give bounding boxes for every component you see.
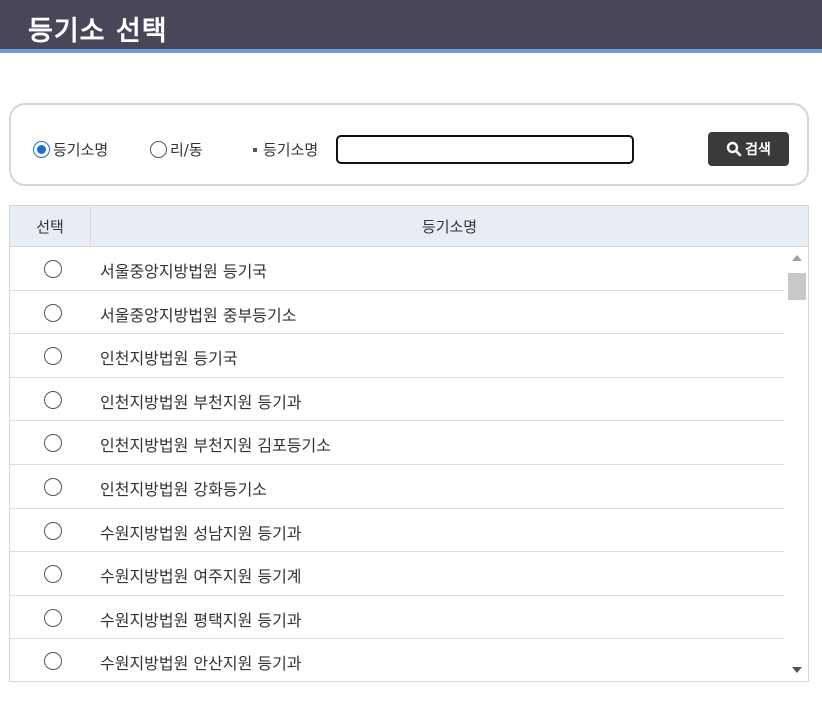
table-row[interactable]: 인천지방법원 부천지원 김포등기소 [10, 421, 784, 465]
row-registry-name: 수원지방법원 여주지원 등기계 [100, 567, 302, 587]
table-row[interactable]: 수원지방법원 안산지원 등기과 [10, 639, 784, 681]
radio-unchecked-icon[interactable] [150, 141, 167, 158]
radio-option-village[interactable]: 리/동 [150, 139, 203, 160]
row-registry-name: 수원지방법원 안산지원 등기과 [100, 654, 302, 674]
row-registry-name: 수원지방법원 평택지원 등기과 [100, 610, 302, 630]
scroll-up-arrow-icon[interactable] [792, 255, 802, 261]
table-row[interactable]: 인천지방법원 강화등기소 [10, 465, 784, 509]
radio-label-registry-name: 등기소명 [53, 141, 109, 159]
bullet-icon [253, 147, 257, 152]
title-bar: 등기소 선택 [0, 0, 822, 53]
search-icon [726, 141, 742, 157]
row-registry-name: 수원지방법원 성남지원 등기과 [100, 523, 302, 543]
table-row[interactable]: 인천지방법원 부천지원 등기과 [10, 378, 784, 422]
table-header: 선택 등기소명 [10, 206, 808, 247]
scroll-thumb[interactable] [788, 273, 806, 300]
row-registry-name: 서울중앙지방법원 등기국 [100, 262, 268, 281]
row-radio[interactable] [44, 565, 62, 584]
row-radio[interactable] [44, 347, 62, 366]
radio-option-registry-name[interactable]: 등기소명 [33, 139, 108, 160]
table-row[interactable]: 수원지방법원 성남지원 등기과 [10, 509, 784, 553]
table-row[interactable]: 인천지방법원 등기국 [10, 334, 784, 378]
row-radio[interactable] [44, 521, 62, 540]
column-header-select: 선택 [10, 206, 91, 246]
row-radio[interactable] [44, 608, 62, 627]
row-registry-name: 인천지방법원 부천지원 김포등기소 [100, 436, 331, 456]
table-row[interactable]: 서울중앙지방법원 중부등기소 [10, 291, 784, 335]
table-body: 서울중앙지방법원 등기국 서울중앙지방법원 중부등기소 인천지방법원 등기국 인… [10, 247, 784, 681]
row-registry-name: 인천지방법원 등기국 [100, 349, 238, 369]
field-label: 등기소명 [253, 139, 318, 160]
registry-table: 선택 등기소명 서울중앙지방법원 등기국 서울중앙지방법원 중부등기소 인천지방… [9, 205, 809, 682]
page-title: 등기소 선택 [28, 16, 168, 47]
row-radio[interactable] [44, 303, 62, 322]
row-registry-name: 인천지방법원 부천지원 등기과 [100, 392, 302, 412]
row-radio[interactable] [44, 652, 62, 671]
row-radio[interactable] [44, 434, 62, 453]
search-panel: 등기소명 리/동 등기소명 검색 [9, 103, 809, 186]
row-radio[interactable] [44, 477, 62, 496]
column-header-registry-name: 등기소명 [421, 217, 478, 236]
table-row[interactable]: 수원지방법원 여주지원 등기계 [10, 552, 784, 596]
field-label-text: 등기소명 [263, 141, 319, 159]
row-registry-name: 인천지방법원 강화등기소 [100, 479, 268, 499]
radio-checked-icon[interactable] [33, 141, 50, 158]
table-row[interactable]: 서울중앙지방법원 등기국 [10, 247, 784, 291]
search-button-label: 검색 [745, 142, 771, 158]
search-button[interactable]: 검색 [708, 132, 789, 166]
radio-label-village: 리/동 [170, 141, 203, 159]
row-radio[interactable] [44, 260, 62, 278]
registry-name-input[interactable] [336, 135, 634, 164]
table-row[interactable]: 수원지방법원 평택지원 등기과 [10, 596, 784, 640]
vertical-scrollbar[interactable] [786, 247, 808, 681]
scroll-down-arrow-icon[interactable] [792, 667, 802, 673]
row-registry-name: 서울중앙지방법원 중부등기소 [100, 305, 297, 325]
row-radio[interactable] [44, 390, 62, 409]
